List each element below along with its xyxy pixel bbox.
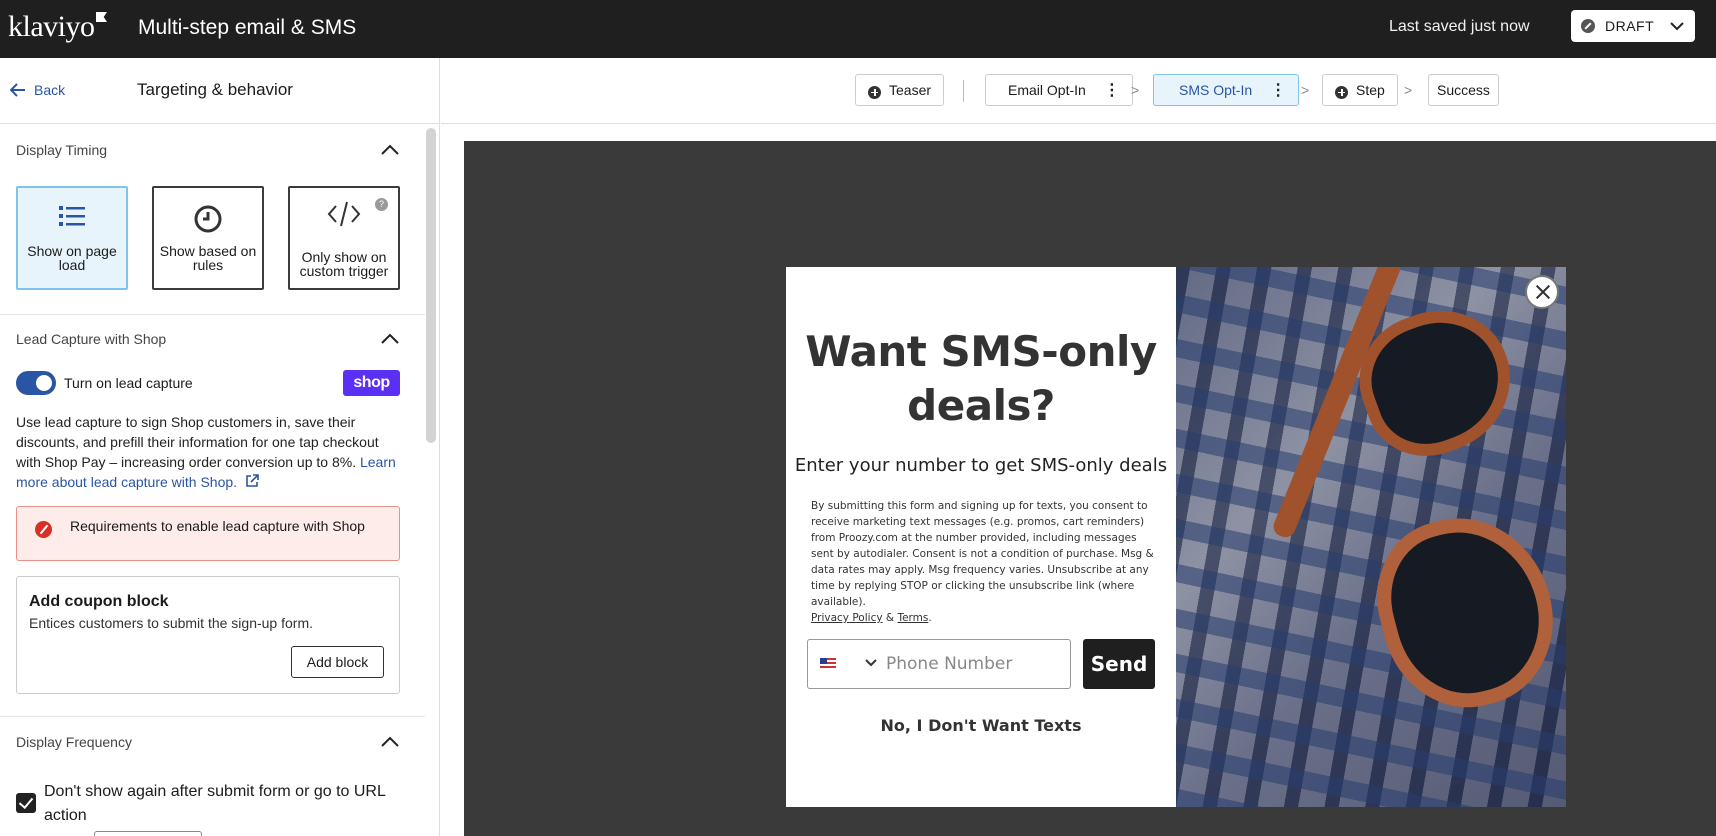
collapse-display-frequency-icon[interactable] xyxy=(381,733,399,751)
step-label: Email Opt-In xyxy=(1008,82,1086,98)
section-divider xyxy=(0,716,425,717)
chevron-right-icon: > xyxy=(1404,82,1413,98)
plus-icon xyxy=(868,85,881,99)
logo-flag-icon xyxy=(96,12,107,22)
popup-legal-text[interactable]: By submitting this form and signing up f… xyxy=(811,498,1156,626)
display-frequency-heading: Display Frequency xyxy=(16,734,132,750)
lead-capture-warning[interactable]: Requirements to enable lead capture with… xyxy=(16,506,400,561)
back-button[interactable]: Back xyxy=(10,82,65,98)
save-status: Last saved just now xyxy=(1389,18,1530,35)
dont-show-again-label: Don't show again after submit form or go… xyxy=(44,783,386,824)
timing-option-label: Only show on custom trigger xyxy=(299,249,389,279)
lead-capture-description: Use lead capture to sign Shop customers … xyxy=(16,412,406,492)
coupon-block-card: Add coupon block Entices customers to su… xyxy=(16,576,400,694)
popup-subheading[interactable]: Enter your number to get SMS-only deals xyxy=(786,455,1176,476)
popup-image[interactable] xyxy=(1176,267,1566,807)
country-chevron-icon[interactable] xyxy=(864,655,878,671)
send-button[interactable]: Send xyxy=(1083,639,1155,689)
legal-copy: By submitting this form and signing up f… xyxy=(811,500,1154,608)
arrow-left-icon xyxy=(10,83,25,97)
step-sms-opt-in[interactable]: SMS Opt-In ⋮ xyxy=(1153,74,1300,106)
error-icon xyxy=(35,521,52,538)
collapse-display-timing-icon[interactable] xyxy=(381,141,399,159)
coupon-title: Add coupon block xyxy=(29,593,169,610)
list-icon xyxy=(59,206,85,226)
timing-option-label: Show on page load xyxy=(27,243,117,273)
step-label: Step xyxy=(1356,82,1385,98)
external-link-icon xyxy=(246,474,259,487)
us-flag-icon[interactable] xyxy=(820,658,836,670)
sunglasses-image-part xyxy=(1359,498,1566,726)
status-dropdown-label: DRAFT xyxy=(1605,18,1655,34)
step-navigator: Teaser Email Opt-In ⋮ > SMS Opt-In ⋮ > S… xyxy=(441,58,1716,124)
lead-capture-heading: Lead Capture with Shop xyxy=(16,331,167,347)
status-dropdown[interactable]: DRAFT xyxy=(1571,10,1695,42)
chevron-right-icon: > xyxy=(1301,82,1310,98)
step-label: SMS Opt-In xyxy=(1179,82,1253,98)
phone-number-field[interactable]: Phone Number xyxy=(807,639,1071,689)
top-bar: klaviyo Multi-step email & SMS Last save… xyxy=(0,0,1716,58)
code-icon xyxy=(327,201,361,227)
add-block-button[interactable]: Add block xyxy=(291,646,384,678)
timing-option-page-load[interactable]: Show on page load xyxy=(16,186,128,290)
legal-ampersand: & xyxy=(885,612,895,624)
step-success[interactable]: Success xyxy=(1428,74,1499,106)
sms-popup-preview[interactable]: Want SMS-only deals? Enter your number t… xyxy=(786,267,1566,807)
timing-option-label: Show based on rules xyxy=(159,243,257,273)
shop-logo: shop xyxy=(343,370,400,396)
phone-placeholder: Phone Number xyxy=(886,654,1013,674)
lead-capture-description-text: Use lead capture to sign Shop customers … xyxy=(16,414,379,470)
collapse-lead-capture-icon[interactable] xyxy=(381,330,399,348)
form-title: Multi-step email & SMS xyxy=(138,16,357,39)
coupon-description: Entices customers to submit the sign-up … xyxy=(29,615,313,631)
panel-header: Back Targeting & behavior xyxy=(0,58,439,124)
clock-icon xyxy=(194,205,222,233)
lead-capture-toggle[interactable] xyxy=(16,371,56,395)
step-separator xyxy=(963,80,964,102)
decline-link[interactable]: No, I Don't Want Texts xyxy=(786,716,1176,735)
section-divider xyxy=(0,314,425,315)
chevron-right-icon: > xyxy=(1131,82,1140,98)
display-timing-heading: Display Timing xyxy=(16,142,108,158)
privacy-policy-link[interactable]: Privacy Policy xyxy=(811,612,883,624)
more-options-icon[interactable]: ⋮ xyxy=(1270,80,1286,100)
headline-line: deals? xyxy=(907,381,1055,430)
step-teaser[interactable]: Teaser xyxy=(855,74,945,106)
more-options-icon[interactable]: ⋮ xyxy=(1104,80,1120,100)
klaviyo-logo[interactable]: klaviyo xyxy=(8,10,95,44)
timing-option-custom-trigger[interactable]: ? Only show on custom trigger xyxy=(288,186,400,290)
back-label: Back xyxy=(34,82,66,98)
panel-title: Targeting & behavior xyxy=(137,80,293,99)
step-step[interactable]: Step xyxy=(1322,74,1398,106)
dont-show-again-checkbox[interactable] xyxy=(16,793,36,813)
draft-status-icon xyxy=(1581,19,1595,33)
step-label: Teaser xyxy=(889,82,932,98)
step-email-opt-in[interactable]: Email Opt-In ⋮ xyxy=(985,74,1133,106)
close-icon[interactable] xyxy=(1525,275,1559,309)
popup-content: Want SMS-only deals? Enter your number t… xyxy=(786,267,1176,807)
warning-text: Requirements to enable lead capture with… xyxy=(70,518,365,534)
popup-headline[interactable]: Want SMS-only deals? xyxy=(786,325,1176,433)
panel-scrollbar[interactable] xyxy=(426,128,436,443)
timing-option-rules[interactable]: Show based on rules xyxy=(152,186,264,290)
step-label: Success xyxy=(1437,82,1490,98)
lead-capture-toggle-label: Turn on lead capture xyxy=(64,375,193,391)
terms-link[interactable]: Terms xyxy=(897,612,928,624)
plus-icon xyxy=(1335,85,1348,99)
headline-line: Want SMS-only xyxy=(805,327,1157,376)
chevron-down-icon xyxy=(1670,18,1684,34)
frequency-input[interactable] xyxy=(94,831,202,836)
